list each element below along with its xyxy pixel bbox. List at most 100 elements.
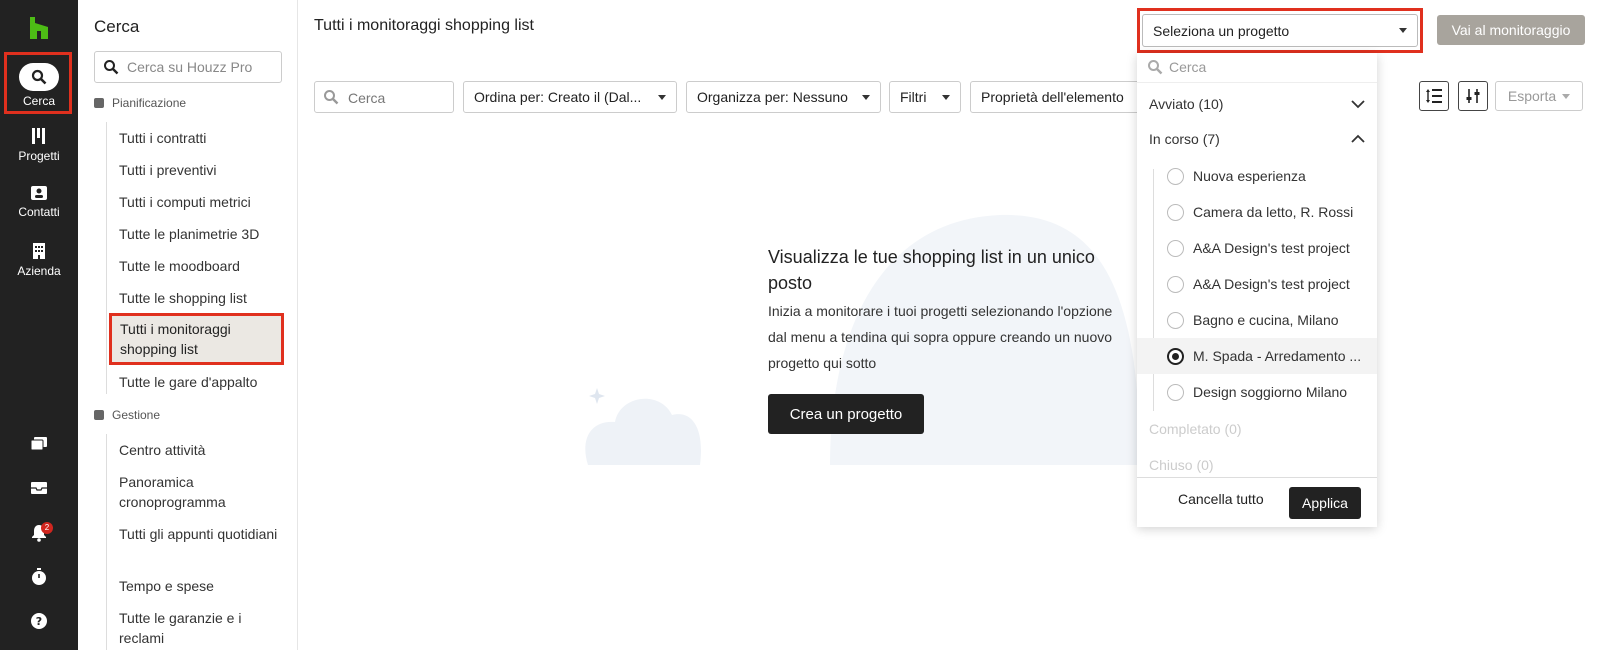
management-icon (94, 410, 104, 420)
project-option[interactable]: A&A Design's test project (1137, 230, 1377, 266)
sidebar-title: Cerca (94, 17, 140, 36)
chat-icon[interactable] (0, 436, 78, 455)
section-planning-label: Pianificazione (112, 96, 187, 110)
secondary-sidebar: Cerca Cerca su Houzz Pro Pianificazione … (78, 0, 298, 650)
project-option-label: Nuova esperienza (1193, 168, 1306, 184)
group-completed-label: Completato (0) (1149, 421, 1242, 437)
project-option[interactable]: Nuova esperienza (1137, 158, 1377, 194)
sliders-icon (1466, 89, 1480, 103)
building-icon (33, 243, 45, 259)
empty-state-text: Inizia a monitorare i tuoi progetti sele… (768, 303, 1113, 371)
sidebar-item-bids[interactable]: Tutte le gare d'appalto (119, 372, 289, 392)
group-in-progress-label: In corso (7) (1149, 131, 1220, 147)
projects-icon (32, 128, 45, 144)
filters-dropdown[interactable]: Filtri (889, 81, 961, 113)
group-closed[interactable]: Chiuso (0) (1149, 457, 1365, 473)
group-in-progress[interactable]: In corso (7) (1149, 131, 1365, 147)
project-option-selected[interactable]: M. Spada - Arredamento ... (1137, 338, 1377, 374)
search-placeholder: Cerca (348, 90, 386, 106)
sidebar-item-takeoffs[interactable]: Tutti i computi metrici (119, 192, 289, 212)
radio-button[interactable] (1167, 276, 1184, 293)
density-toggle-button[interactable] (1419, 81, 1449, 111)
page-title: Tutti i monitoraggi shopping list (314, 17, 534, 34)
dropdown-footer: Cancella tutto Applica (1137, 477, 1377, 527)
project-select[interactable]: Seleziona un progetto (1142, 14, 1418, 47)
timer-icon[interactable] (0, 568, 78, 589)
rail-label-search: Cerca (22, 94, 55, 108)
group-completed[interactable]: Completato (0) (1149, 421, 1365, 437)
properties-label: Proprietà dell'elemento (981, 89, 1124, 105)
project-option-label: A&A Design's test project (1193, 240, 1350, 256)
project-option-label: M. Spada - Arredamento ... (1193, 348, 1362, 364)
rail-label-company: Azienda (17, 264, 61, 278)
chevron-down-icon (1351, 100, 1365, 109)
project-select-highlight: Seleziona un progetto (1137, 8, 1423, 53)
project-option-label: A&A Design's test project (1193, 276, 1350, 292)
go-to-tracking-button[interactable]: Vai al monitoraggio (1437, 15, 1585, 45)
sort-dropdown[interactable]: Ordina per: Creato il (Dal... (463, 81, 677, 113)
inbox-icon[interactable] (0, 481, 78, 498)
chevron-down-icon (1562, 93, 1571, 99)
search-icon (324, 90, 339, 105)
project-option[interactable]: Bagno e cucina, Milano (1137, 302, 1377, 338)
sidebar-item-warranties[interactable]: Tutte le garanzie e i reclami (119, 608, 289, 648)
sidebar-item-daily-logs[interactable]: Tutti gli appunti quotidiani (119, 524, 289, 544)
sidebar-item-shopping-lists[interactable]: Tutte le shopping list (119, 288, 289, 308)
radio-button[interactable] (1167, 168, 1184, 185)
apply-button[interactable]: Applica (1289, 487, 1361, 519)
houzz-logo-icon[interactable] (29, 17, 49, 39)
chevron-down-icon (658, 94, 666, 100)
help-icon[interactable]: ? (0, 612, 78, 633)
project-option[interactable]: Camera da letto, R. Rossi (1137, 194, 1377, 230)
clear-all-button[interactable]: Cancella tutto (1178, 491, 1264, 507)
sidebar-search-input[interactable]: Cerca su Houzz Pro (94, 51, 282, 83)
app-rail: Cerca Progetti Contatti Azienda 2 ? (0, 0, 78, 650)
section-planning: Pianificazione (94, 96, 186, 110)
radio-button-selected[interactable] (1167, 348, 1184, 365)
sidebar-search-placeholder: Cerca su Houzz Pro (127, 59, 253, 75)
group-label: Organizza per: Nessuno (697, 89, 848, 105)
chevron-up-icon (1351, 134, 1365, 143)
search-input[interactable]: Cerca (314, 81, 454, 113)
tree-line (106, 434, 107, 650)
sidebar-item-moodboards[interactable]: Tutte le moodboard (119, 256, 289, 276)
bell-icon[interactable] (0, 524, 78, 545)
sidebar-item-3d-floorplans[interactable]: Tutte le planimetrie 3D (119, 224, 289, 244)
sidebar-item-estimates[interactable]: Tutti i preventivi (119, 160, 289, 180)
sidebar-item-shopping-list-tracking[interactable]: Tutti i monitoraggi shopping list (109, 313, 284, 365)
group-started[interactable]: Avviato (10) (1149, 96, 1365, 112)
sidebar-item-time-expenses[interactable]: Tempo e spese (119, 576, 289, 596)
sidebar-item-contracts[interactable]: Tutti i contratti (119, 128, 289, 148)
section-management: Gestione (94, 408, 160, 422)
rail-item-search[interactable]: Cerca (0, 63, 78, 108)
search-icon (19, 63, 59, 91)
rail-item-contacts[interactable]: Contatti (0, 185, 78, 219)
export-dropdown[interactable]: Esporta (1495, 81, 1583, 111)
rail-item-projects[interactable]: Progetti (0, 127, 78, 163)
project-option[interactable]: Design soggiorno Milano (1137, 374, 1377, 410)
planning-icon (94, 98, 104, 108)
group-dropdown[interactable]: Organizza per: Nessuno (686, 81, 881, 113)
rail-label-projects: Progetti (18, 149, 60, 163)
radio-button[interactable] (1167, 240, 1184, 257)
radio-button[interactable] (1167, 312, 1184, 329)
project-option-label: Camera da letto, R. Rossi (1193, 204, 1354, 220)
rail-item-company[interactable]: Azienda (0, 242, 78, 278)
chevron-down-icon (942, 94, 950, 100)
project-option[interactable]: A&A Design's test project (1137, 266, 1377, 302)
create-project-button[interactable]: Crea un progetto (768, 394, 924, 434)
dropdown-search-input[interactable]: Cerca (1137, 53, 1377, 83)
item-properties-dropdown[interactable]: Proprietà dell'elemento (970, 81, 1150, 113)
sidebar-item-activity-center[interactable]: Centro attività (119, 440, 289, 460)
notification-badge: 2 (41, 522, 53, 534)
radio-button[interactable] (1167, 204, 1184, 221)
sort-label: Ordina per: Creato il (Dal... (474, 89, 642, 105)
rail-label-contacts: Contatti (18, 205, 60, 219)
search-icon (1148, 60, 1163, 75)
column-settings-button[interactable] (1458, 81, 1488, 111)
chevron-down-icon (862, 94, 870, 100)
search-icon (104, 60, 119, 75)
group-started-label: Avviato (10) (1149, 96, 1224, 112)
radio-button[interactable] (1167, 384, 1184, 401)
sidebar-item-schedule-overview[interactable]: Panoramica cronoprogramma (119, 472, 289, 512)
